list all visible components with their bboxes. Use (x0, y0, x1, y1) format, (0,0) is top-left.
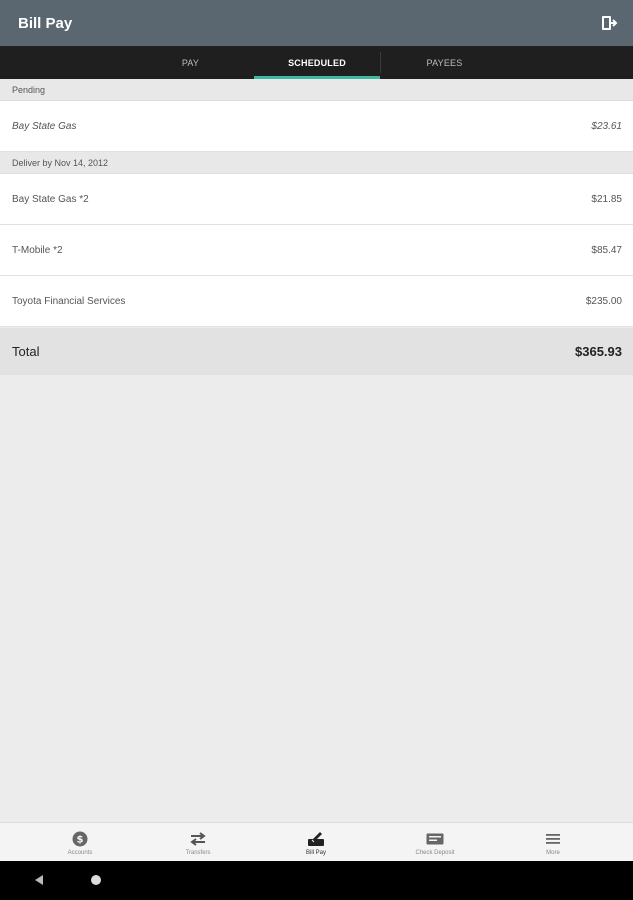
payment-amount: $235.00 (585, 295, 622, 307)
nav-more[interactable]: More (513, 823, 593, 862)
transfer-arrows-icon (189, 830, 207, 848)
page-title: Bill Pay (18, 14, 73, 32)
app-bar: Bill Pay (0, 0, 633, 46)
payment-amount: $23.61 (591, 120, 622, 132)
total-label: Total (12, 344, 40, 359)
list-item[interactable]: T-Mobile *2 $85.47 (0, 225, 633, 276)
list-item[interactable]: Bay State Gas *2 $21.85 (0, 174, 633, 225)
tab-payees[interactable]: PAYEES (381, 46, 508, 79)
section-header-deliver-by: Deliver by Nov 14, 2012 (0, 152, 633, 174)
nav-label: Accounts (67, 849, 93, 856)
svg-text:$: $ (77, 834, 84, 845)
dollar-icon: $ (71, 830, 89, 848)
menu-icon (544, 830, 562, 848)
payee-name: Bay State Gas (12, 120, 77, 132)
payee-name: Toyota Financial Services (12, 295, 126, 307)
nav-label: Bill Pay (305, 849, 326, 856)
nav-accounts[interactable]: $ Accounts (40, 823, 120, 862)
total-row: Total $365.93 (0, 328, 633, 375)
payment-amount: $85.47 (591, 244, 622, 256)
payee-name: T-Mobile *2 (12, 244, 63, 256)
system-nav-bar (0, 861, 633, 900)
check-deposit-icon (426, 830, 444, 848)
logout-button[interactable] (597, 11, 621, 35)
section-header-pending: Pending (0, 79, 633, 101)
nav-label: Check Deposit (415, 849, 455, 856)
list-item[interactable]: Toyota Financial Services $235.00 (0, 276, 633, 327)
bottom-nav: $ Accounts Transfers Bill Pay Check Depo… (0, 822, 633, 861)
tab-pay[interactable]: PAY (127, 46, 254, 79)
nav-transfers[interactable]: Transfers (158, 823, 238, 862)
tab-scheduled[interactable]: SCHEDULED (254, 46, 380, 79)
list-item[interactable]: Bay State Gas $23.61 (0, 101, 633, 152)
logout-icon (602, 16, 618, 30)
bill-pay-icon (307, 830, 325, 848)
payee-name: Bay State Gas *2 (12, 193, 89, 205)
nav-label: More (546, 849, 560, 856)
nav-check-deposit[interactable]: Check Deposit (395, 823, 475, 862)
home-icon[interactable] (90, 874, 102, 886)
payment-amount: $21.85 (591, 193, 622, 205)
tab-bar: PAY SCHEDULED PAYEES (0, 46, 633, 79)
total-amount: $365.93 (575, 344, 622, 359)
nav-bill-pay[interactable]: Bill Pay (276, 823, 356, 862)
nav-label: Transfers (185, 849, 211, 856)
back-icon[interactable] (33, 874, 45, 886)
